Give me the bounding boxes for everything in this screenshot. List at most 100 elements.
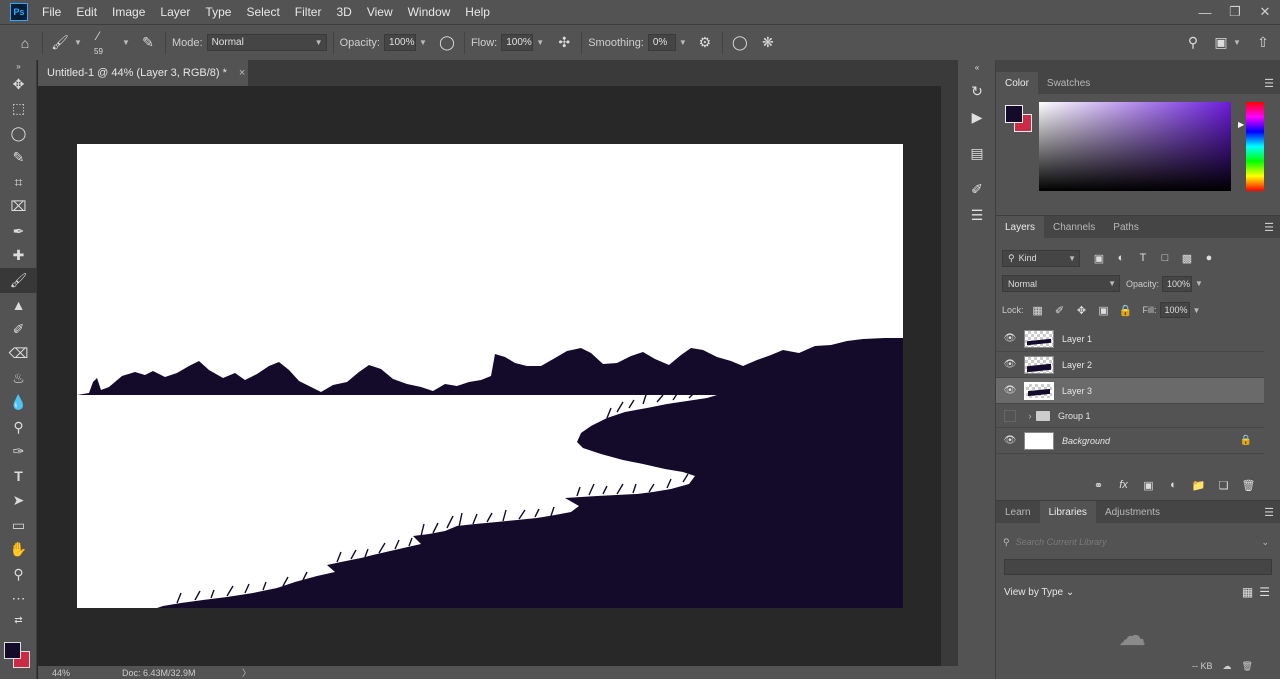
chevron-down-icon[interactable]: ▼: [119, 38, 133, 47]
vertical-scrollbar[interactable]: [941, 86, 958, 666]
menu-layer[interactable]: Layer: [160, 5, 190, 19]
tab-color[interactable]: Color: [996, 72, 1038, 94]
brush-preset-icon[interactable]: 🖌: [49, 32, 71, 54]
tab-channels[interactable]: Channels: [1044, 216, 1104, 238]
filter-toggle-icon[interactable]: ●: [1198, 249, 1220, 267]
filter-type-icon[interactable]: T: [1132, 249, 1154, 267]
symmetry-butterfly-icon[interactable]: ❋: [757, 32, 779, 54]
tab-layers[interactable]: Layers: [996, 216, 1045, 238]
paint-bucket-tool-icon[interactable]: ♨: [0, 366, 37, 391]
hand-tool-icon[interactable]: ✋: [0, 538, 37, 563]
tab-paths[interactable]: Paths: [1104, 216, 1148, 238]
menu-window[interactable]: Window: [408, 5, 451, 19]
layer-row-layer-1[interactable]: 👁 Layer 1: [996, 326, 1264, 352]
new-layer-icon[interactable]: ❏: [1211, 476, 1236, 494]
zoom-tool-icon[interactable]: ⚲: [0, 562, 37, 587]
lock-transparent-icon[interactable]: ▦: [1027, 301, 1049, 319]
blend-mode-select[interactable]: Normal ▼: [1002, 275, 1120, 292]
pen-tool-icon[interactable]: ✑: [0, 440, 37, 465]
path-select-tool-icon[interactable]: ➤: [0, 489, 37, 514]
brush-tool-icon[interactable]: 🖌: [0, 268, 37, 293]
lock-image-icon[interactable]: ✐: [1049, 301, 1071, 319]
smoothing-input[interactable]: 0%: [647, 34, 676, 51]
type-tool-icon[interactable]: T: [0, 464, 37, 489]
crop-tool-icon[interactable]: ⌗: [0, 170, 37, 195]
hue-slider[interactable]: [1246, 102, 1264, 191]
zoom-level[interactable]: 44%: [52, 668, 122, 678]
status-menu-arrow[interactable]: 〉: [242, 666, 251, 679]
filter-smart-object-icon[interactable]: ▩: [1176, 249, 1198, 267]
layer-mask-icon[interactable]: ▣: [1136, 476, 1161, 494]
chevron-down-icon[interactable]: ▼: [416, 38, 430, 47]
tab-adjustments[interactable]: Adjustments: [1096, 501, 1169, 523]
adjustment-layer-icon[interactable]: ◐: [1161, 476, 1186, 494]
chevron-down-icon[interactable]: ▼: [533, 38, 547, 47]
lock-position-icon[interactable]: ✥: [1071, 301, 1093, 319]
pressure-opacity-icon[interactable]: ◯: [436, 32, 458, 54]
airbrush-icon[interactable]: ✣: [553, 32, 575, 54]
document-canvas[interactable]: [77, 144, 903, 608]
menu-image[interactable]: Image: [112, 5, 145, 19]
close-icon[interactable]: ✕: [1250, 0, 1280, 24]
pressure-size-icon[interactable]: ◯: [729, 32, 751, 54]
library-select[interactable]: [1004, 559, 1272, 575]
photoshop-logo-icon[interactable]: Ps: [10, 3, 28, 21]
trash-icon[interactable]: 🗑: [1242, 661, 1253, 672]
link-layers-icon[interactable]: ⚭: [1086, 476, 1111, 494]
chevron-down-icon[interactable]: ▼: [1192, 279, 1206, 288]
blur-tool-icon[interactable]: 💧: [0, 391, 37, 416]
menu-filter[interactable]: Filter: [295, 5, 322, 19]
view-by-dropdown[interactable]: View by Type ⌄: [1004, 587, 1074, 598]
rectangle-tool-icon[interactable]: ▭: [0, 513, 37, 538]
fx-icon[interactable]: fx: [1111, 476, 1136, 494]
move-tool-icon[interactable]: ✥: [0, 72, 37, 97]
brush-size-picker[interactable]: ⁄ 59: [91, 28, 119, 58]
eye-icon[interactable]: 👁: [996, 385, 1024, 396]
quick-select-tool-icon[interactable]: ✎: [0, 146, 37, 171]
more-tools-icon[interactable]: ⋯: [0, 587, 37, 612]
adjustments-sliders-icon[interactable]: ☰: [958, 202, 996, 228]
canvas-workspace[interactable]: [38, 86, 941, 666]
library-search-input[interactable]: ⚲ Search Current Library ⌄: [1003, 534, 1273, 550]
foreground-color-swatch[interactable]: [1005, 105, 1023, 123]
saturation-brightness-field[interactable]: [1039, 102, 1259, 191]
panel-menu-icon[interactable]: ☰: [1264, 506, 1274, 519]
brush-settings-icon[interactable]: ✐: [958, 176, 996, 202]
lock-all-icon[interactable]: 🔒: [1115, 301, 1137, 319]
opacity-input[interactable]: 100%: [383, 34, 416, 51]
panel-menu-icon[interactable]: ☰: [1264, 77, 1274, 90]
chevron-down-icon[interactable]: ▼: [71, 38, 85, 47]
workspace-icon[interactable]: ▣: [1210, 32, 1232, 54]
flow-input[interactable]: 100%: [501, 34, 534, 51]
foreground-color-swatch[interactable]: [4, 642, 21, 659]
menu-help[interactable]: Help: [465, 5, 490, 19]
delete-layer-icon[interactable]: 🗑: [1236, 476, 1261, 494]
collapse-icon[interactable]: »: [0, 60, 37, 72]
filter-shape-icon[interactable]: □: [1154, 249, 1176, 267]
hue-slider-arrow-icon[interactable]: ▶: [1238, 120, 1244, 129]
chevron-down-icon[interactable]: ▼: [1230, 38, 1244, 47]
menu-select[interactable]: Select: [246, 5, 279, 19]
lock-artboard-icon[interactable]: ▣: [1093, 301, 1115, 319]
lasso-tool-icon[interactable]: ◯: [0, 121, 37, 146]
history-brush-tool-icon[interactable]: ✐: [0, 317, 37, 342]
layer-row-background[interactable]: 👁 Background 🔒: [996, 428, 1264, 454]
menu-type[interactable]: Type: [205, 5, 231, 19]
frame-tool-icon[interactable]: ⌧: [0, 195, 37, 220]
swap-colors-icon[interactable]: ⇄: [0, 611, 37, 629]
chevron-down-icon[interactable]: ▼: [676, 38, 690, 47]
tab-learn[interactable]: Learn: [996, 501, 1040, 523]
chevron-right-icon[interactable]: ›: [1024, 411, 1036, 421]
menu-edit[interactable]: Edit: [76, 5, 97, 19]
chevron-down-icon[interactable]: ⌄: [1261, 537, 1269, 548]
menu-3d[interactable]: 3D: [336, 5, 351, 19]
brush-panel-toggle-icon[interactable]: ✎: [137, 32, 159, 54]
actions-play-icon[interactable]: ▶: [958, 104, 996, 130]
tab-libraries[interactable]: Libraries: [1039, 501, 1096, 523]
mode-select[interactable]: Normal ▼: [206, 34, 327, 51]
layer-row-layer-2[interactable]: 👁 Layer 2: [996, 352, 1264, 378]
healing-brush-tool-icon[interactable]: ✚: [0, 244, 37, 269]
collapse-icon[interactable]: «: [958, 60, 996, 74]
layer-filter-select[interactable]: ⚲ Kind ▼: [1002, 249, 1080, 267]
visibility-toggle[interactable]: [1004, 409, 1016, 422]
